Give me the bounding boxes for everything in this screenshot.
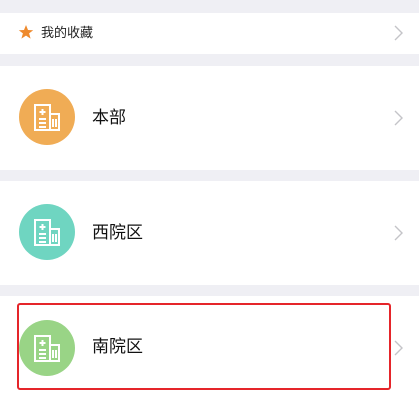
chevron-right-icon — [394, 225, 403, 241]
favorites-row[interactable]: 我的收藏 — [0, 13, 419, 54]
chevron-right-icon — [394, 25, 403, 41]
campus-label: 本部 — [92, 108, 126, 128]
hospital-building-icon — [19, 89, 75, 145]
favorites-label: 我的收藏 — [41, 26, 94, 41]
star-icon — [18, 24, 34, 40]
campus-label: 西院区 — [92, 223, 143, 243]
campus-item-main[interactable]: 本部 — [0, 66, 419, 170]
hospital-building-icon — [19, 204, 75, 260]
hospital-building-icon — [19, 320, 75, 376]
chevron-right-icon — [394, 110, 403, 126]
chevron-right-icon — [394, 340, 403, 356]
campus-item-south[interactable]: 南院区 — [0, 296, 419, 408]
campus-item-west[interactable]: 西院区 — [0, 181, 419, 285]
campus-label: 南院区 — [92, 337, 143, 357]
